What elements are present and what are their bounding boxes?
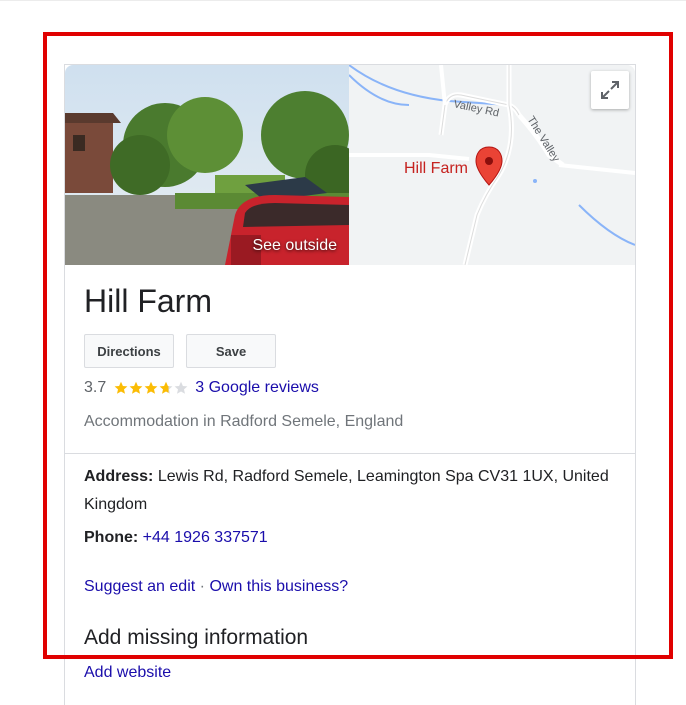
reviews-link[interactable]: 3 Google reviews [195, 379, 319, 397]
place-title: Hill Farm [84, 283, 212, 319]
place-category: Accommodation in Radford Semele, England [84, 413, 404, 430]
rating-row: 3.7 3 Google reviews [84, 379, 319, 397]
directions-button[interactable]: Directions [84, 334, 174, 368]
rating-value: 3.7 [84, 379, 107, 396]
knowledge-panel: See outside Valley Rd The Valley Hill Fa… [64, 64, 636, 705]
star-icon [129, 381, 143, 394]
star-rating [114, 381, 189, 395]
street-view-image [65, 65, 349, 265]
phone-link[interactable]: +44 1926 337571 [143, 529, 268, 546]
suggest-edit-row: Suggest an edit · Own this business? [84, 576, 348, 598]
suggest-edit-link[interactable]: Suggest an edit [84, 578, 195, 595]
phone-row: Phone: +44 1926 337571 [84, 527, 268, 549]
save-button[interactable]: Save [186, 334, 276, 368]
address-value[interactable]: Lewis Rd, Radford Semele, Leamington Spa… [84, 468, 609, 513]
phone-label: Phone: [84, 529, 139, 546]
star-icon [159, 381, 173, 394]
address-label: Address: [84, 468, 154, 485]
see-outside-label: See outside [252, 237, 337, 254]
section-divider [65, 453, 635, 454]
add-missing-heading: Add missing information [84, 626, 309, 649]
map-preview[interactable]: Valley Rd The Valley Hill Farm [349, 65, 635, 265]
top-divider [0, 0, 686, 1]
expand-map-button[interactable] [591, 71, 629, 109]
street-view-photo[interactable]: See outside [65, 65, 349, 265]
own-business-link[interactable]: Own this business? [209, 578, 348, 595]
address-row: Address: Lewis Rd, Radford Semele, Leami… [84, 463, 624, 519]
map-place-label: Hill Farm [404, 160, 468, 177]
star-icon [144, 381, 158, 394]
link-separator: · [199, 578, 205, 595]
star-icon [174, 381, 188, 394]
add-website-link[interactable]: Add website [84, 664, 171, 682]
star-icon [114, 381, 128, 394]
expand-icon [601, 81, 619, 99]
